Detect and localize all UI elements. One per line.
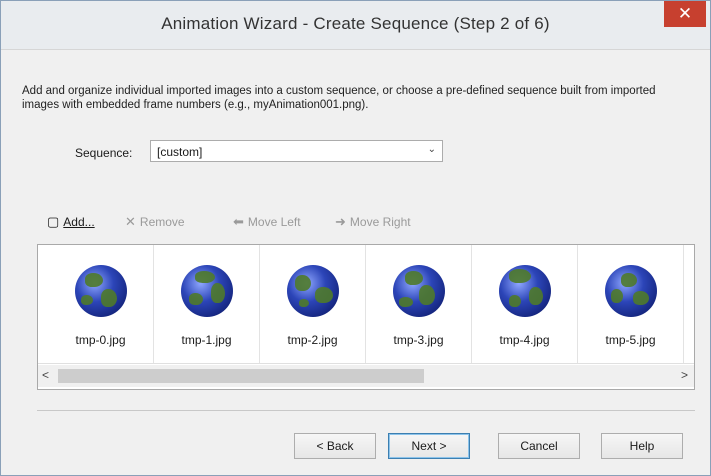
arrow-right-icon: ➜ [335, 214, 346, 229]
add-icon: ▢ [47, 214, 60, 229]
close-button[interactable]: ✕ [664, 1, 706, 27]
back-button[interactable]: < Back [294, 433, 376, 459]
continent-shape [621, 273, 637, 287]
continent-shape [509, 269, 531, 283]
frame-toolbar: ▢ Add... ✕ Remove ⬅ Move Left ➜ Move Rig… [0, 214, 711, 232]
continent-shape [633, 291, 649, 305]
continent-shape [611, 289, 623, 303]
continent-shape [419, 285, 435, 305]
move-left-label: Move Left [247, 215, 301, 229]
globe-thumbnail [393, 265, 445, 317]
frame-filename: tmp-0.jpg [75, 333, 126, 347]
frame-item[interactable]: tmp-5.jpg [578, 245, 684, 363]
frame-filename: tmp-1.jpg [181, 333, 232, 347]
continent-shape [315, 287, 333, 303]
remove-label: Remove [139, 215, 185, 229]
next-button[interactable]: Next > [388, 433, 470, 459]
move-right-label: Move Right [349, 215, 411, 229]
globe-thumbnail [499, 265, 551, 317]
frame-filename: tmp-5.jpg [605, 333, 656, 347]
continent-shape [101, 289, 117, 307]
frame-item[interactable]: tmp-3.jpg [366, 245, 472, 363]
scroll-left-icon[interactable]: < [42, 368, 49, 382]
remove-button[interactable]: ✕ Remove [125, 214, 185, 230]
globe-thumbnail [181, 265, 233, 317]
frame-strip: tmp-0.jpg tmp-1.jpg tmp-2.jpg tmp-3.jpg tmp-… [37, 244, 695, 390]
move-right-button[interactable]: ➜ Move Right [335, 214, 411, 230]
continent-shape [195, 271, 215, 283]
description-text: Add and organize individual imported ima… [22, 85, 656, 111]
continent-shape [189, 293, 203, 305]
continent-shape [299, 299, 309, 307]
sequence-value: [custom] [157, 145, 203, 159]
globe-thumbnail [75, 265, 127, 317]
help-button[interactable]: Help [601, 433, 683, 459]
frame-item[interactable]: tmp-0.jpg [48, 245, 154, 363]
globe-thumbnail [287, 265, 339, 317]
continent-shape [211, 283, 225, 303]
frame-filename: tmp-3.jpg [393, 333, 444, 347]
arrow-left-icon: ⬅ [233, 214, 244, 229]
cancel-button[interactable]: Cancel [498, 433, 580, 459]
continent-shape [81, 295, 93, 305]
remove-icon: ✕ [125, 214, 136, 229]
scroll-right-icon[interactable]: > [681, 368, 688, 382]
continent-shape [509, 295, 521, 307]
window-title: Animation Wizard - Create Sequence (Step… [161, 14, 550, 33]
continent-shape [405, 271, 423, 285]
sequence-label: Sequence: [75, 146, 133, 160]
horizontal-scrollbar[interactable]: < > [38, 365, 694, 387]
continent-shape [529, 287, 543, 305]
title-bar: Animation Wizard - Create Sequence (Step… [1, 1, 710, 50]
scrollbar-thumb[interactable] [58, 369, 424, 383]
continent-shape [295, 275, 311, 291]
move-left-button[interactable]: ⬅ Move Left [233, 214, 301, 230]
globe-thumbnail [605, 265, 657, 317]
continent-shape [399, 297, 413, 307]
add-button[interactable]: ▢ Add... [47, 214, 95, 230]
frame-item[interactable]: tmp-2.jpg [260, 245, 366, 363]
frame-filename: tmp-2.jpg [287, 333, 338, 347]
divider [38, 363, 694, 364]
continent-shape [85, 273, 103, 287]
wizard-window: Animation Wizard - Create Sequence (Step… [0, 0, 711, 476]
chevron-down-icon: ⌄ [427, 144, 436, 155]
footer-divider [37, 410, 695, 411]
frame-item[interactable]: tmp-4.jpg [472, 245, 578, 363]
add-label: Add... [63, 215, 95, 229]
frame-list: tmp-0.jpg tmp-1.jpg tmp-2.jpg tmp-3.jpg tmp-… [48, 245, 684, 363]
frame-item[interactable]: tmp-1.jpg [154, 245, 260, 363]
frame-filename: tmp-4.jpg [499, 333, 550, 347]
sequence-dropdown[interactable]: [custom] ⌄ [150, 140, 443, 162]
